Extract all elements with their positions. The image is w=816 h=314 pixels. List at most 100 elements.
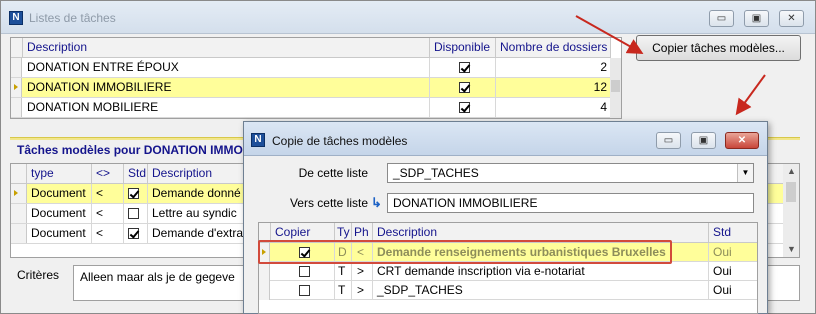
- cell-count: 4: [496, 98, 611, 117]
- col-count-header[interactable]: Nombre de dossiers: [496, 38, 611, 58]
- copy-checkbox[interactable]: [299, 266, 310, 278]
- close-button[interactable]: ✕: [779, 10, 804, 27]
- chevron-down-icon[interactable]: ▼: [737, 164, 753, 182]
- dialog-tasks-table: Copier Ty Ph Description Std D < Demande…: [258, 222, 758, 314]
- window-title: Listes de tâches: [29, 11, 116, 25]
- std-checkbox[interactable]: [128, 228, 139, 240]
- cell-type: Document: [27, 204, 92, 223]
- row-marker-header: [259, 223, 271, 243]
- row-marker-header: [11, 164, 27, 184]
- cell-copy: [271, 281, 335, 300]
- app-icon: N: [251, 133, 265, 147]
- cell-copy: [271, 262, 335, 281]
- cell-ph: <: [352, 243, 373, 262]
- row-marker: [11, 58, 22, 77]
- cell-op: <: [92, 204, 124, 223]
- main-titlebar[interactable]: N Listes de tâches ▭ ▣ ✕: [1, 1, 815, 34]
- cell-type: Document: [27, 184, 92, 203]
- app-icon: N: [9, 11, 23, 25]
- cell-description: Demande renseignements urbanistiques Bru…: [373, 243, 709, 262]
- row-marker: [11, 224, 27, 243]
- col-description-header[interactable]: Description: [373, 223, 709, 243]
- dialog-close-button[interactable]: ✕: [725, 132, 759, 149]
- col-type-header[interactable]: Ty: [335, 223, 352, 243]
- cell-available: [430, 98, 496, 117]
- copy-checkbox[interactable]: [299, 285, 310, 297]
- dialog-titlebar[interactable]: N Copie de tâches modèles ▭ ▣ ✕: [244, 122, 767, 156]
- cell-description: CRT demande inscription via e-notariat: [373, 262, 709, 281]
- cell-available: [430, 78, 496, 97]
- task-lists-table: Description Disponible Nombre de dossier…: [10, 37, 622, 119]
- cell-count: 2: [496, 58, 611, 77]
- cell-std: Oui: [713, 264, 732, 278]
- col-description-header[interactable]: Description: [23, 38, 430, 58]
- dialog-title: Copie de tâches modèles: [272, 134, 408, 148]
- table-row[interactable]: DONATION MOBILIERE 4: [11, 98, 611, 118]
- cell-description: DONATION ENTRE ÉPOUX: [23, 58, 430, 77]
- from-list-value: _SDP_TACHES: [393, 166, 479, 180]
- current-row-icon: [262, 249, 266, 255]
- table-row[interactable]: T > CRT demande inscription via e-notari…: [259, 262, 757, 281]
- copy-model-tasks-button[interactable]: Copier tâches modèles...: [636, 35, 801, 61]
- scroll-up-icon[interactable]: ▲: [787, 166, 796, 176]
- table-row[interactable]: T > _SDP_TACHES Oui: [259, 281, 757, 300]
- available-checkbox[interactable]: [459, 62, 470, 74]
- col-type-header[interactable]: type: [27, 164, 92, 184]
- col-copy-header[interactable]: Copier: [271, 223, 335, 243]
- row-marker: [11, 184, 27, 203]
- from-list-label: De cette liste: [298, 166, 368, 180]
- to-list-field[interactable]: DONATION IMMOBILIERE: [387, 193, 754, 213]
- cell-std: Oui: [713, 283, 732, 297]
- scrollbar-thumb[interactable]: [786, 182, 796, 202]
- current-row-icon: [14, 190, 18, 196]
- row-marker-header: [11, 38, 23, 58]
- std-checkbox[interactable]: [128, 188, 139, 200]
- minimize-button[interactable]: ▭: [709, 10, 734, 27]
- cell-ph: >: [352, 262, 373, 281]
- model-tasks-section-title: Tâches modèles pour DONATION IMMO: [17, 143, 243, 157]
- col-op-header[interactable]: <>: [92, 164, 124, 184]
- available-checkbox[interactable]: [459, 82, 470, 94]
- row-marker: [11, 204, 27, 223]
- return-arrow-icon: ↳: [371, 195, 382, 210]
- col-std-header[interactable]: Std: [709, 223, 757, 243]
- col-std-header[interactable]: Std: [124, 164, 148, 184]
- copy-checkbox[interactable]: [299, 247, 310, 259]
- current-row-icon: [14, 84, 18, 90]
- col-available-header[interactable]: Disponible: [430, 38, 496, 58]
- criteria-label: Critères: [17, 268, 60, 282]
- table-row-selected[interactable]: DONATION IMMOBILIERE 12: [11, 78, 611, 98]
- cell-description: _SDP_TACHES: [373, 281, 709, 300]
- model-tasks-scrollbar[interactable]: ▲ ▼: [783, 164, 799, 257]
- cell-std: [124, 224, 148, 243]
- cell-copy: [271, 243, 335, 262]
- dialog-maximize-button[interactable]: ▣: [691, 132, 716, 149]
- row-marker: [259, 262, 270, 281]
- cell-op: <: [92, 224, 124, 243]
- row-marker: [259, 281, 270, 300]
- scroll-down-icon[interactable]: ▼: [787, 244, 796, 254]
- maximize-button[interactable]: ▣: [744, 10, 769, 27]
- std-checkbox[interactable]: [128, 208, 139, 220]
- cell-type: T: [335, 281, 352, 300]
- scrollbar-thumb[interactable]: [611, 80, 620, 92]
- col-ph-header[interactable]: Ph: [352, 223, 373, 243]
- cell-available: [430, 58, 496, 77]
- table-row-selected[interactable]: D < Demande renseignements urbanistiques…: [259, 243, 757, 262]
- from-list-select[interactable]: _SDP_TACHES ▼: [387, 163, 754, 183]
- table-row[interactable]: DONATION ENTRE ÉPOUX 2: [11, 58, 611, 78]
- row-marker: [259, 243, 270, 262]
- cell-count: 12: [496, 78, 611, 97]
- cell-op: <: [92, 184, 124, 203]
- cell-description: DONATION IMMOBILIERE: [23, 78, 430, 97]
- cell-type: D: [335, 243, 352, 262]
- row-marker: [11, 98, 22, 117]
- cell-type: T: [335, 262, 352, 281]
- table-scrollbar[interactable]: [610, 58, 621, 118]
- cell-std: [124, 184, 148, 203]
- dialog-minimize-button[interactable]: ▭: [656, 132, 681, 149]
- row-marker: [11, 78, 22, 97]
- cell-type: Document: [27, 224, 92, 243]
- available-checkbox[interactable]: [459, 102, 470, 114]
- cell-std: [124, 204, 148, 223]
